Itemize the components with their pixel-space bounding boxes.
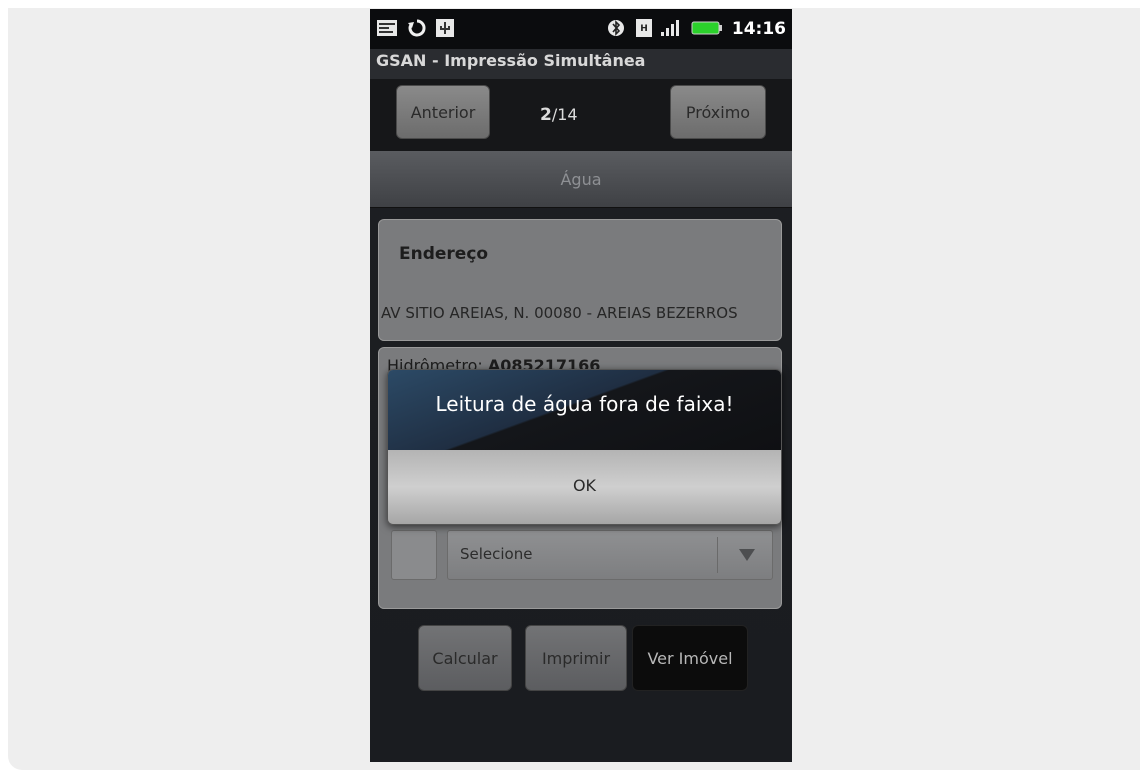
battery-icon: [690, 18, 724, 38]
sim-icon: H: [634, 18, 654, 38]
total-records: 14: [557, 105, 578, 124]
alert-dialog: Leitura de água fora de faixa! OK: [387, 369, 782, 525]
status-bar: H 14:16: [370, 9, 792, 49]
chevron-down-icon: [738, 547, 756, 566]
select-divider: [717, 537, 718, 573]
select-value: Selecione: [460, 545, 533, 563]
calculate-button[interactable]: Calcular: [418, 625, 512, 691]
app-title: GSAN - Impressão Simultânea: [370, 49, 792, 79]
record-navigation: Anterior 2/14 Próximo: [370, 79, 792, 151]
ok-button-label: OK: [572, 476, 597, 495]
clock: 14:16: [731, 19, 786, 39]
section-header: Água: [370, 151, 792, 208]
view-property-button[interactable]: Ver Imóvel: [632, 625, 748, 691]
ok-button[interactable]: OK: [388, 450, 781, 524]
address-card: Endereço AV SITIO AREIAS, N. 00080 - ARE…: [378, 219, 782, 341]
signal-icon: [658, 18, 686, 38]
address-title: Endereço: [399, 244, 489, 264]
dialog-message-area: Leitura de água fora de faixa!: [388, 370, 781, 450]
svg-text:H: H: [640, 24, 648, 34]
sync-icon: [406, 18, 428, 38]
phone-screen: H 14:16 GSAN - Impressão Simultânea Ante…: [370, 9, 792, 762]
dialog-message: Leitura de água fora de faixa!: [435, 392, 734, 416]
current-record: 2: [540, 105, 552, 125]
reading-checkbox[interactable]: [391, 530, 437, 580]
previous-button[interactable]: Anterior: [396, 85, 490, 139]
notification-icon: [376, 18, 398, 38]
next-button[interactable]: Próximo: [670, 85, 766, 139]
bluetooth-icon: [606, 18, 626, 38]
usb-icon: [434, 18, 456, 38]
address-value: AV SITIO AREIAS, N. 00080 - AREIAS BEZER…: [381, 304, 738, 322]
record-counter: 2/14: [540, 105, 578, 125]
anomaly-select[interactable]: Selecione: [447, 530, 773, 580]
print-button[interactable]: Imprimir: [525, 625, 627, 691]
